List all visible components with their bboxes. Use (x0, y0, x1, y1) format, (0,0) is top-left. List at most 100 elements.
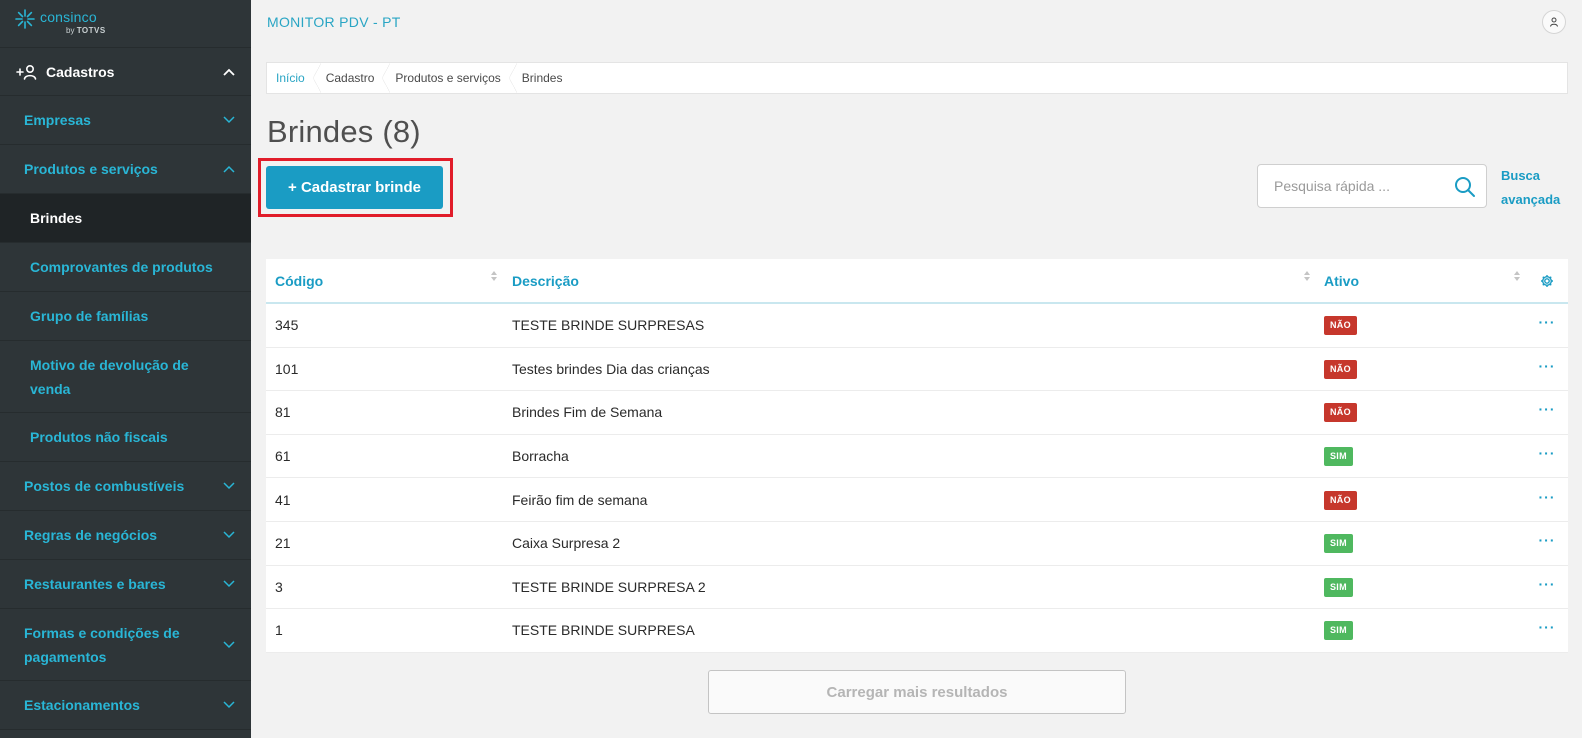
more-actions-icon[interactable]: ··· (1539, 490, 1556, 507)
sidebar-subitem-motivo-devolucao[interactable]: Motivo de devolução de venda (0, 341, 251, 413)
cell-ativo: SIM (1316, 620, 1526, 641)
table-row[interactable]: 61 Borracha SIM ··· (266, 435, 1568, 479)
sidebar-subitem-brindes[interactable]: Brindes (0, 194, 251, 243)
row-actions: ··· (1526, 359, 1568, 376)
table-row[interactable]: 101 Testes brindes Dia das crianças NÃO ··· (266, 348, 1568, 392)
more-actions-icon[interactable]: ··· (1539, 359, 1556, 376)
sidebar-subitem-label: Comprovantes de produtos (30, 259, 213, 275)
sidebar-item-estacionamentos[interactable]: Estacionamentos (0, 681, 251, 730)
sidebar-subitem-grupo-familias[interactable]: Grupo de famílias (0, 292, 251, 341)
cell-ativo: NÃO (1316, 315, 1526, 336)
more-actions-icon[interactable]: ··· (1539, 620, 1556, 637)
breadcrumb: Início Cadastro Produtos e serviços Brin… (266, 62, 1568, 94)
brand-partner: TOTVS (76, 26, 106, 35)
consinco-logo-icon (15, 9, 35, 29)
table-body: 345 TESTE BRINDE SURPRESAS NÃO ··· 101 Testes… (266, 304, 1568, 653)
breadcrumb-inicio[interactable]: Início (267, 63, 321, 93)
row-actions: ··· (1526, 620, 1568, 637)
status-badge: SIM (1324, 577, 1353, 597)
sidebar-subitem-label: Motivo de devolução de venda (30, 356, 189, 397)
table-row[interactable]: 21 Caixa Surpresa 2 SIM ··· (266, 522, 1568, 566)
more-actions-icon[interactable]: ··· (1539, 446, 1556, 463)
user-menu-button[interactable] (1542, 10, 1566, 34)
chevron-down-icon (223, 482, 235, 490)
status-badge: SIM (1324, 447, 1353, 467)
table-row[interactable]: 1 TESTE BRINDE SURPRESA SIM ··· (266, 609, 1568, 653)
user-icon (1550, 17, 1558, 27)
breadcrumb-brindes: Brindes (521, 71, 563, 85)
sidebar-subitem-comprovantes[interactable]: Comprovantes de produtos (0, 243, 251, 292)
cell-codigo: 61 (275, 448, 291, 465)
column-label: Ativo (1324, 272, 1359, 289)
sidebar-section-cadastros[interactable]: Cadastros (0, 48, 251, 96)
cell-ativo: SIM (1316, 577, 1526, 597)
cell-codigo: 81 (275, 404, 291, 421)
cell-codigo: 21 (275, 535, 291, 552)
table-row[interactable]: 41 Feirão fim de semana NÃO ··· (266, 478, 1568, 522)
cell-descricao: Borracha (512, 448, 569, 465)
search-icon[interactable] (1454, 176, 1476, 198)
table-header: Código Descrição Ativo (266, 259, 1568, 304)
sidebar-item-label: Regras de negócios (24, 527, 158, 543)
row-actions: ··· (1526, 533, 1568, 550)
row-actions: ··· (1526, 402, 1568, 419)
sidebar-item-label: Postos de combustíveis (24, 478, 185, 494)
advanced-search-link[interactable]: Busca avançada (1501, 164, 1571, 212)
more-actions-icon[interactable]: ··· (1539, 577, 1556, 594)
breadcrumb-produtos-servicos[interactable]: Produtos e serviços (386, 63, 518, 93)
cell-descricao: TESTE BRINDE SURPRESA 2 (512, 578, 706, 595)
brand-by: by (66, 26, 75, 35)
more-actions-icon[interactable]: ··· (1539, 315, 1556, 332)
chevron-down-icon (223, 701, 235, 709)
add-brinde-button[interactable]: + Cadastrar brinde (266, 166, 443, 209)
table-row[interactable]: 81 Brindes Fim de Semana NÃO ··· (266, 391, 1568, 435)
table-row[interactable]: 3 TESTE BRINDE SURPRESA 2 SIM ··· (266, 566, 1568, 610)
sidebar-item-label: Empresas (24, 112, 91, 128)
load-more-button[interactable]: Carregar mais resultados (708, 670, 1126, 714)
status-badge: NÃO (1324, 490, 1357, 510)
row-actions: ··· (1526, 315, 1568, 332)
chevron-up-icon (223, 165, 235, 173)
app-title: MONITOR PDV - PT (267, 14, 401, 30)
chevron-down-icon (223, 531, 235, 539)
breadcrumb-cadastro[interactable]: Cadastro (317, 63, 391, 93)
sidebar-root-label: Cadastros (46, 63, 115, 80)
sidebar-subitem-produtos-nao-fiscais[interactable]: Produtos não fiscais (0, 413, 251, 462)
status-badge: NÃO (1324, 359, 1357, 379)
page-title: Brindes (8) (267, 114, 421, 149)
cell-codigo: 3 (275, 578, 283, 595)
cell-codigo: 1 (275, 622, 283, 639)
cell-codigo: 41 (275, 491, 291, 508)
brand-logo[interactable]: consinco by TOTVS (0, 0, 251, 48)
status-badge: SIM (1324, 534, 1353, 554)
column-ativo[interactable]: Ativo (1316, 259, 1526, 302)
column-settings[interactable] (1526, 259, 1568, 302)
cell-ativo: SIM (1316, 533, 1526, 554)
gear-icon (1541, 274, 1553, 287)
more-actions-icon[interactable]: ··· (1539, 402, 1556, 419)
cell-descricao: Caixa Surpresa 2 (512, 535, 621, 552)
column-label: Descrição (512, 272, 579, 289)
search-input[interactable] (1274, 178, 1454, 194)
sidebar-item-regras[interactable]: Regras de negócios (0, 511, 251, 560)
sidebar-item-formas-pagamento[interactable]: Formas e condições de pagamentos (0, 609, 251, 681)
sidebar-item-produtos-servicos[interactable]: Produtos e serviços (0, 145, 251, 194)
chevron-down-icon (223, 640, 235, 648)
status-badge: NÃO (1324, 403, 1357, 423)
sort-icon (1304, 271, 1310, 281)
sidebar-item-empresas[interactable]: Empresas (0, 96, 251, 145)
more-actions-icon[interactable]: ··· (1539, 533, 1556, 550)
sidebar-item-restaurantes[interactable]: Restaurantes e bares (0, 560, 251, 609)
column-codigo[interactable]: Código (266, 259, 503, 302)
cell-descricao: TESTE BRINDE SURPRESAS (512, 317, 705, 334)
brand-name: consinco (40, 9, 97, 25)
column-descricao[interactable]: Descrição (503, 259, 1316, 302)
sidebar-subitem-label: Grupo de famílias (30, 308, 149, 324)
sidebar-item-label: Estacionamentos (24, 697, 140, 713)
sidebar: consinco by TOTVS Cadastros Empresas Pro… (0, 0, 251, 738)
table-row[interactable]: 345 TESTE BRINDE SURPRESAS NÃO ··· (266, 304, 1568, 348)
sidebar-item-postos[interactable]: Postos de combustíveis (0, 462, 251, 511)
cell-ativo: SIM (1316, 446, 1526, 467)
cell-codigo: 101 (275, 360, 299, 377)
chevron-down-icon (223, 116, 235, 124)
